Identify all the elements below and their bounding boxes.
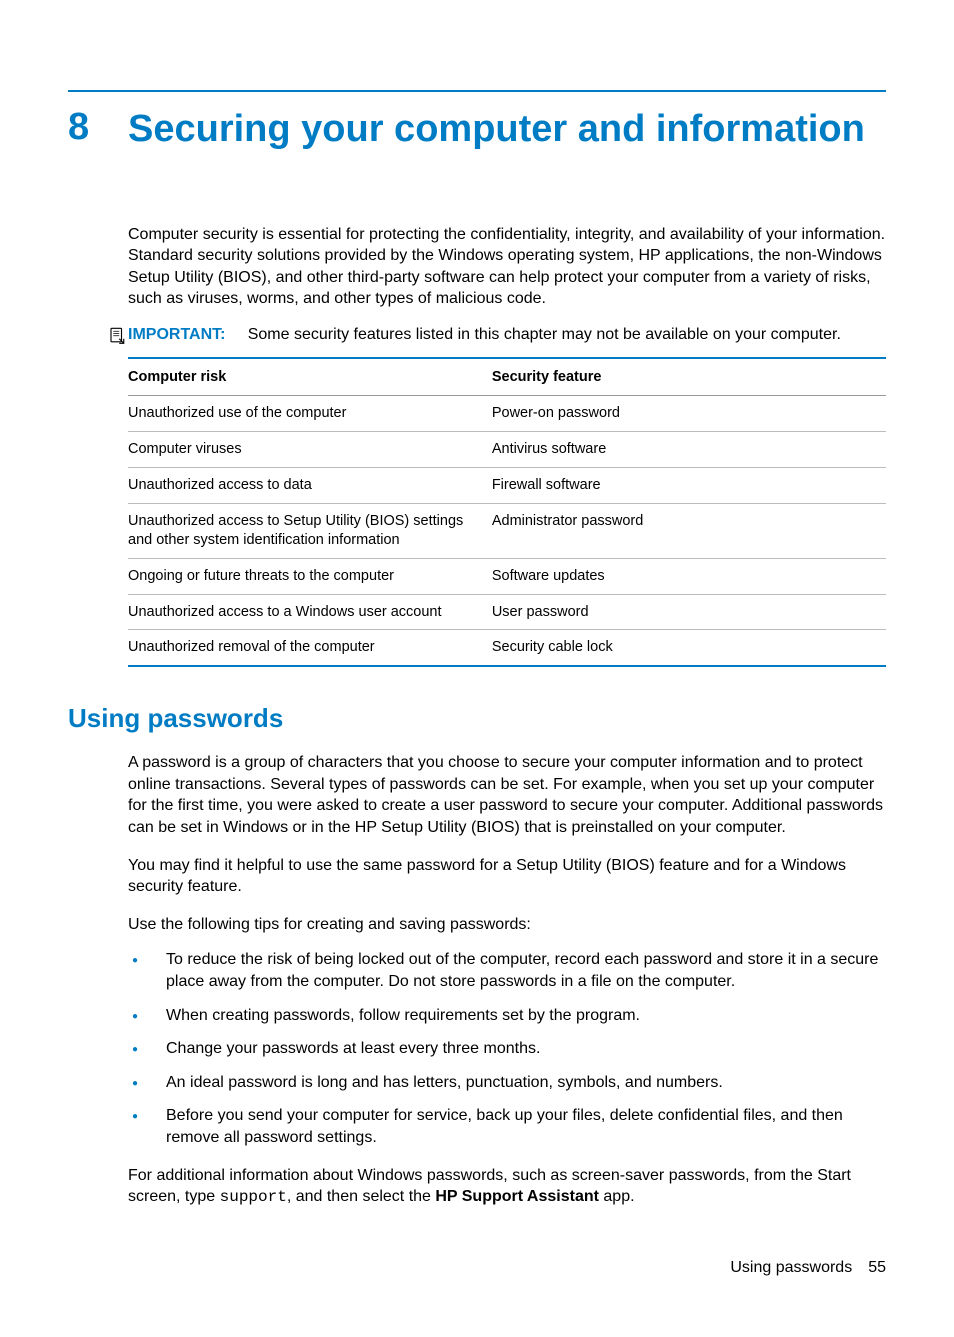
cell-feature: Software updates: [492, 558, 886, 594]
section-p3: Use the following tips for creating and …: [128, 914, 886, 936]
intro-paragraph: Computer security is essential for prote…: [128, 224, 886, 310]
section-p4: For additional information about Windows…: [128, 1165, 886, 1209]
note-icon: [108, 326, 126, 344]
table-row: Unauthorized removal of the computer Sec…: [128, 630, 886, 666]
section-p1: A password is a group of characters that…: [128, 752, 886, 838]
p4-code: support: [220, 1188, 287, 1206]
footer-label: Using passwords: [730, 1259, 852, 1277]
cell-feature: Security cable lock: [492, 630, 886, 666]
list-item: When creating passwords, follow requirem…: [166, 1005, 886, 1027]
document-page: 8 Securing your computer and information…: [0, 0, 954, 1337]
p4-post: app.: [599, 1188, 635, 1205]
table-row: Ongoing or future threats to the compute…: [128, 558, 886, 594]
cell-risk: Unauthorized access to Setup Utility (BI…: [128, 504, 492, 559]
cell-feature: Power-on password: [492, 396, 886, 432]
table-row: Unauthorized access to Setup Utility (BI…: [128, 504, 886, 559]
note-content: IMPORTANT: Some security features listed…: [128, 324, 841, 346]
section-heading: Using passwords: [68, 703, 886, 734]
section-p2: You may find it helpful to use the same …: [128, 855, 886, 898]
chapter-number: 8: [68, 106, 128, 149]
list-item: To reduce the risk of being locked out o…: [166, 949, 886, 992]
list-item: An ideal password is long and has letter…: [166, 1072, 886, 1094]
cell-feature: User password: [492, 594, 886, 630]
cell-feature: Firewall software: [492, 468, 886, 504]
note-label: IMPORTANT:: [128, 326, 225, 343]
security-table: Computer risk Security feature Unauthori…: [128, 357, 886, 667]
list-item: Before you send your computer for servic…: [166, 1105, 886, 1148]
chapter-title: Securing your computer and information: [128, 106, 865, 154]
chapter-header: 8 Securing your computer and information: [68, 106, 886, 154]
table-header-row: Computer risk Security feature: [128, 358, 886, 396]
p4-mid: , and then select the: [287, 1188, 436, 1205]
cell-risk: Unauthorized removal of the computer: [128, 630, 492, 666]
tips-list: To reduce the risk of being locked out o…: [128, 949, 886, 1148]
list-item: Change your passwords at least every thr…: [166, 1038, 886, 1060]
table-row: Unauthorized access to a Windows user ac…: [128, 594, 886, 630]
cell-risk: Unauthorized access to data: [128, 468, 492, 504]
cell-risk: Unauthorized access to a Windows user ac…: [128, 594, 492, 630]
page-footer: Using passwords 55: [68, 1259, 886, 1277]
table-row: Unauthorized use of the computer Power-o…: [128, 396, 886, 432]
footer-page-number: 55: [868, 1259, 886, 1277]
cell-risk: Unauthorized use of the computer: [128, 396, 492, 432]
cell-feature: Antivirus software: [492, 432, 886, 468]
table-row: Unauthorized access to data Firewall sof…: [128, 468, 886, 504]
table-header-risk: Computer risk: [128, 358, 492, 396]
cell-feature: Administrator password: [492, 504, 886, 559]
important-note: IMPORTANT: Some security features listed…: [108, 324, 886, 346]
table-row: Computer viruses Antivirus software: [128, 432, 886, 468]
cell-risk: Computer viruses: [128, 432, 492, 468]
table-header-feature: Security feature: [492, 358, 886, 396]
cell-risk: Ongoing or future threats to the compute…: [128, 558, 492, 594]
p4-bold: HP Support Assistant: [435, 1188, 599, 1205]
note-text: Some security features listed in this ch…: [248, 326, 841, 343]
chapter-rule: [68, 90, 886, 92]
